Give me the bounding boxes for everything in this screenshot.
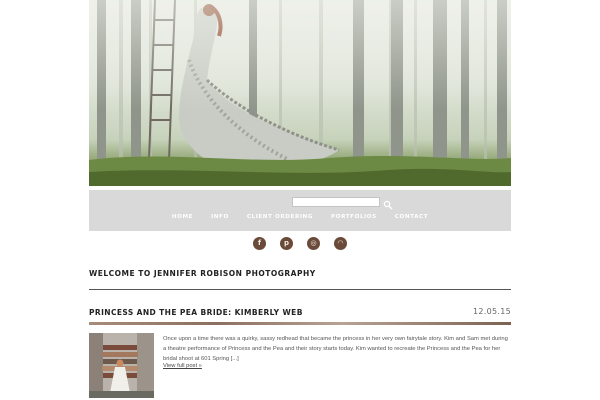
- search-input[interactable]: [292, 197, 380, 207]
- hero-banner: [89, 0, 511, 186]
- social-links: f p ◎ ◠: [0, 237, 600, 251]
- nav-item-info[interactable]: INFO: [211, 214, 229, 220]
- search-button[interactable]: [383, 197, 393, 210]
- search-icon: [383, 200, 393, 210]
- bride-photo-image: [89, 333, 154, 398]
- post-date: 12.05.15: [472, 307, 511, 316]
- post-thumbnail[interactable]: [89, 333, 154, 398]
- hero-forest-image: [89, 0, 511, 186]
- pinterest-icon[interactable]: p: [280, 237, 293, 250]
- post-divider: [89, 322, 511, 325]
- nav-item-client-ordering[interactable]: CLIENT ORDERING: [247, 214, 313, 220]
- post-excerpt: Once upon a time there was a quirky, sas…: [163, 336, 508, 362]
- instagram-icon[interactable]: ◎: [307, 237, 320, 250]
- post-title-link[interactable]: PRINCESS AND THE PEA BRIDE: KIMBERLY WEB: [89, 308, 303, 317]
- nav-item-contact[interactable]: CONTACT: [395, 214, 428, 220]
- read-more-link[interactable]: View full post »: [163, 363, 202, 369]
- nav-item-home[interactable]: HOME: [172, 214, 193, 220]
- divider: [89, 289, 511, 290]
- facebook-icon[interactable]: f: [253, 237, 266, 250]
- page-title: WELCOME TO JENNIFER ROBISON PHOTOGRAPHY: [89, 269, 316, 278]
- nav-item-portfolios[interactable]: PORTFOLIOS: [331, 214, 377, 220]
- nav-bar: HOME INFO CLIENT ORDERING PORTFOLIOS CON…: [89, 190, 511, 231]
- rss-icon[interactable]: ◠: [334, 237, 347, 250]
- main-menu: HOME INFO CLIENT ORDERING PORTFOLIOS CON…: [89, 214, 511, 220]
